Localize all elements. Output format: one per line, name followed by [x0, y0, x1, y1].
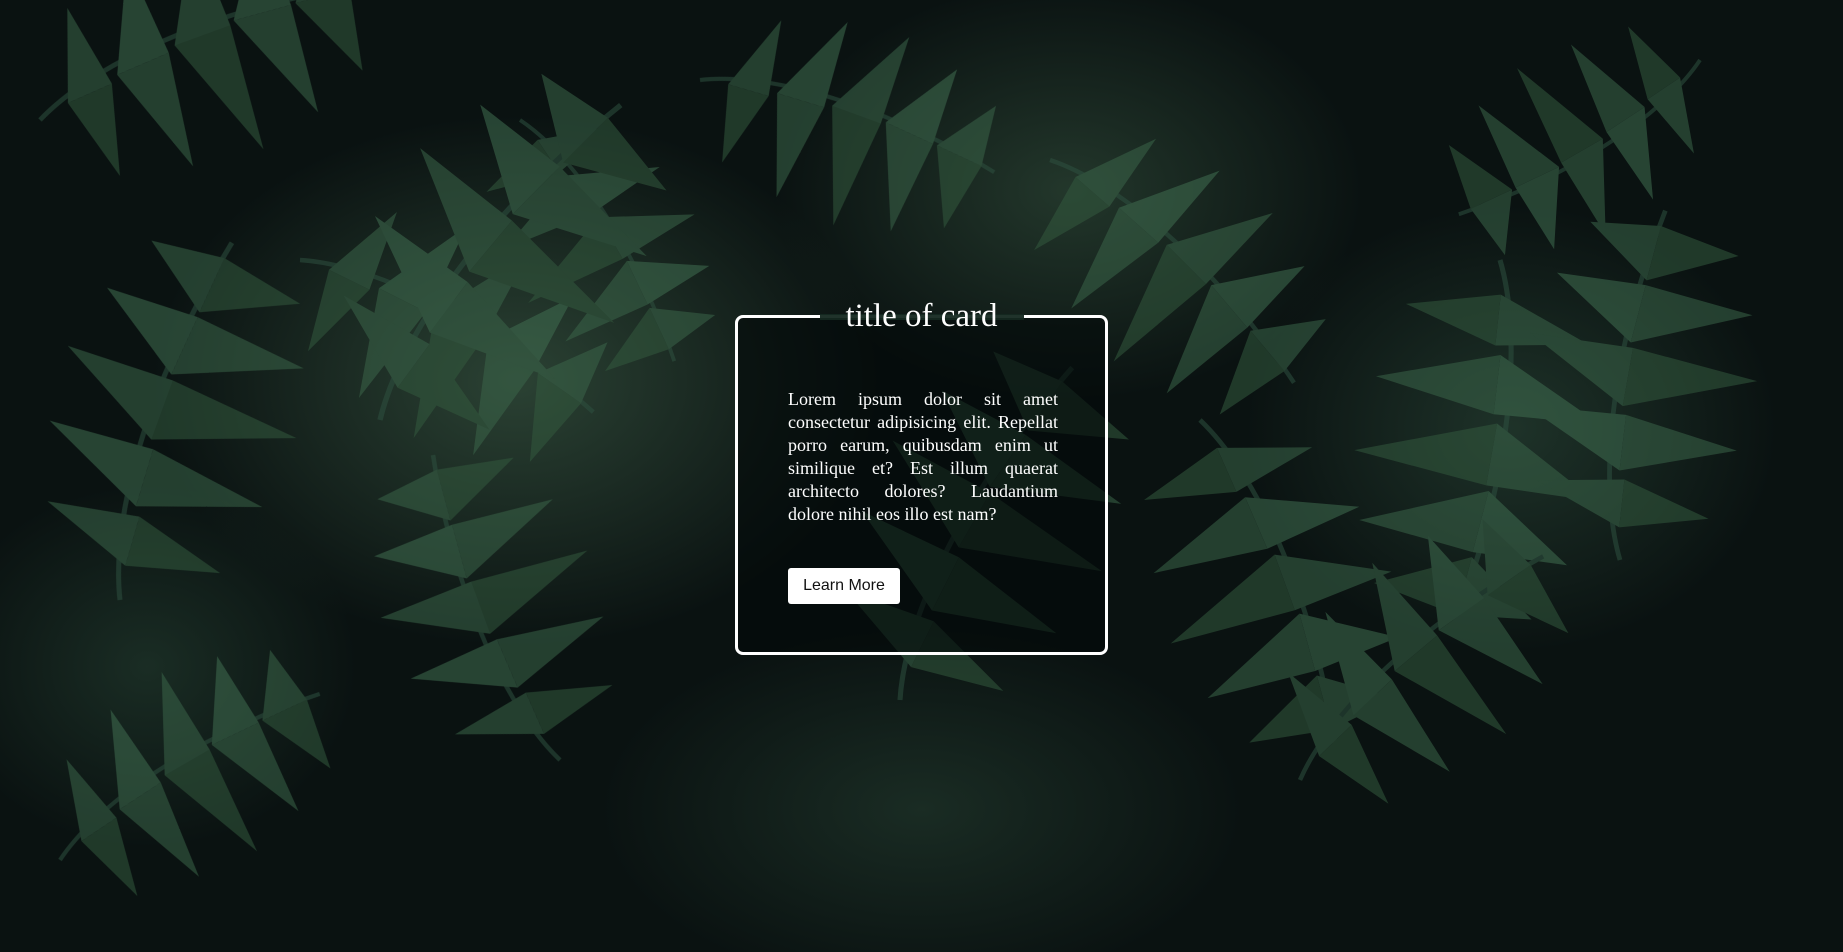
card: title of card Lorem ipsum dolor sit amet…: [735, 298, 1108, 655]
card-title: title of card: [845, 298, 998, 334]
learn-more-button[interactable]: Learn More: [788, 568, 900, 604]
card-body-text: Lorem ipsum dolor sit amet consectetur a…: [788, 389, 1058, 524]
